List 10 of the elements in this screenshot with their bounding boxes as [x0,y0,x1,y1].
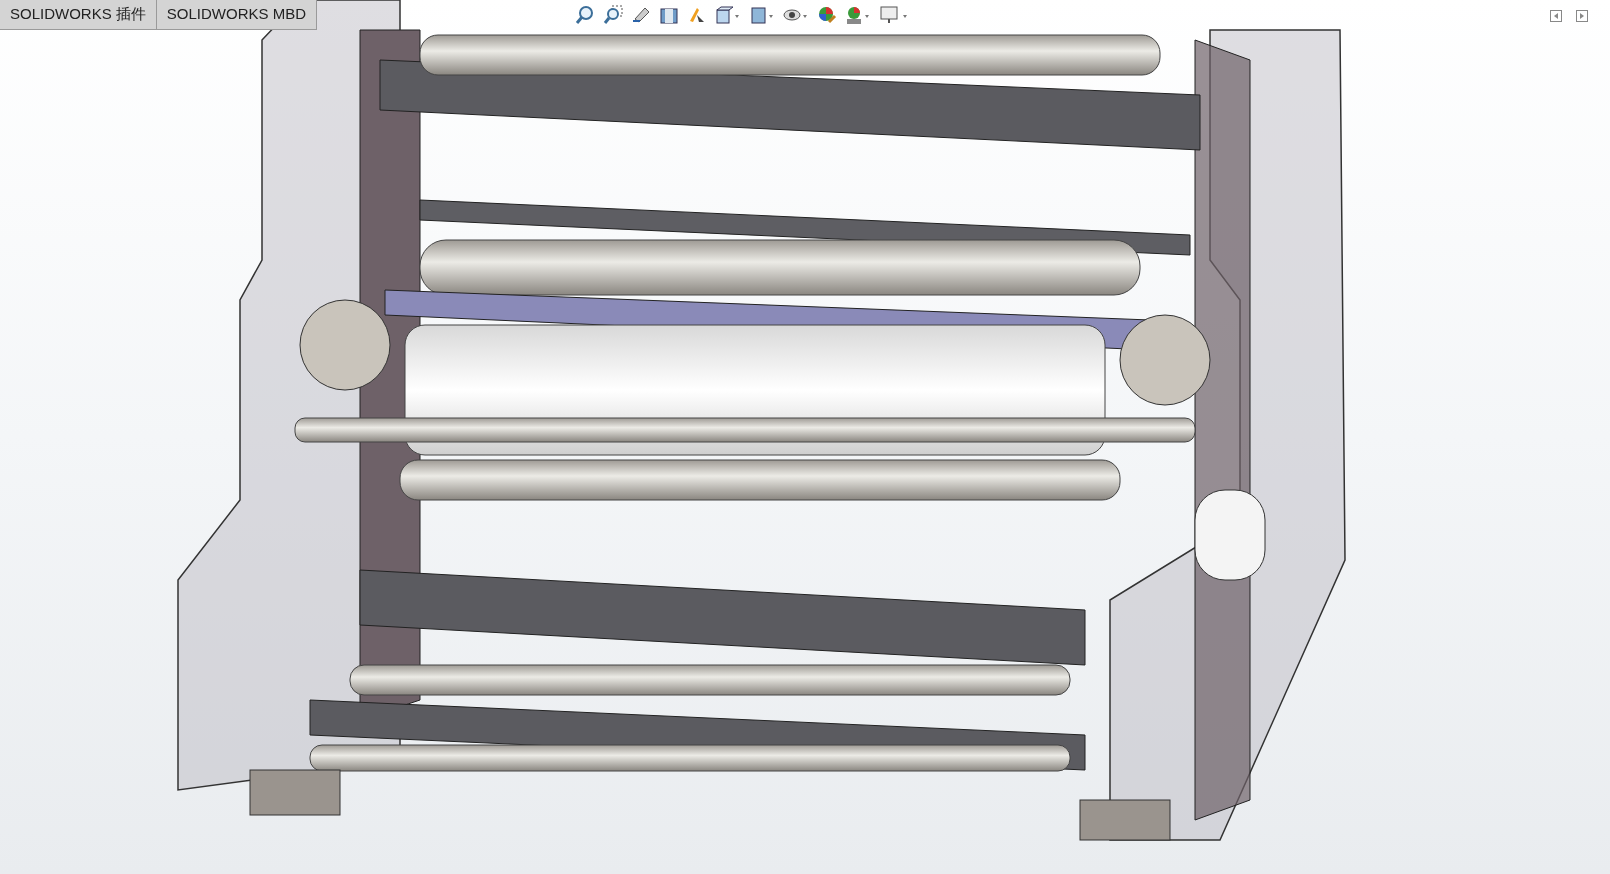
view-orientation-icon[interactable] [715,5,741,25]
collapse-left-icon[interactable] [1550,10,1562,22]
zoom-to-area-icon[interactable] [603,5,623,25]
collapse-right-icon[interactable] [1576,10,1588,22]
display-style-icon[interactable] [749,5,775,25]
section-view-icon[interactable] [659,5,679,25]
zoom-to-fit-icon[interactable] [575,5,595,25]
scene-icon[interactable] [845,5,871,25]
monitor-icon[interactable] [879,5,909,25]
appearance-icon[interactable] [817,5,837,25]
